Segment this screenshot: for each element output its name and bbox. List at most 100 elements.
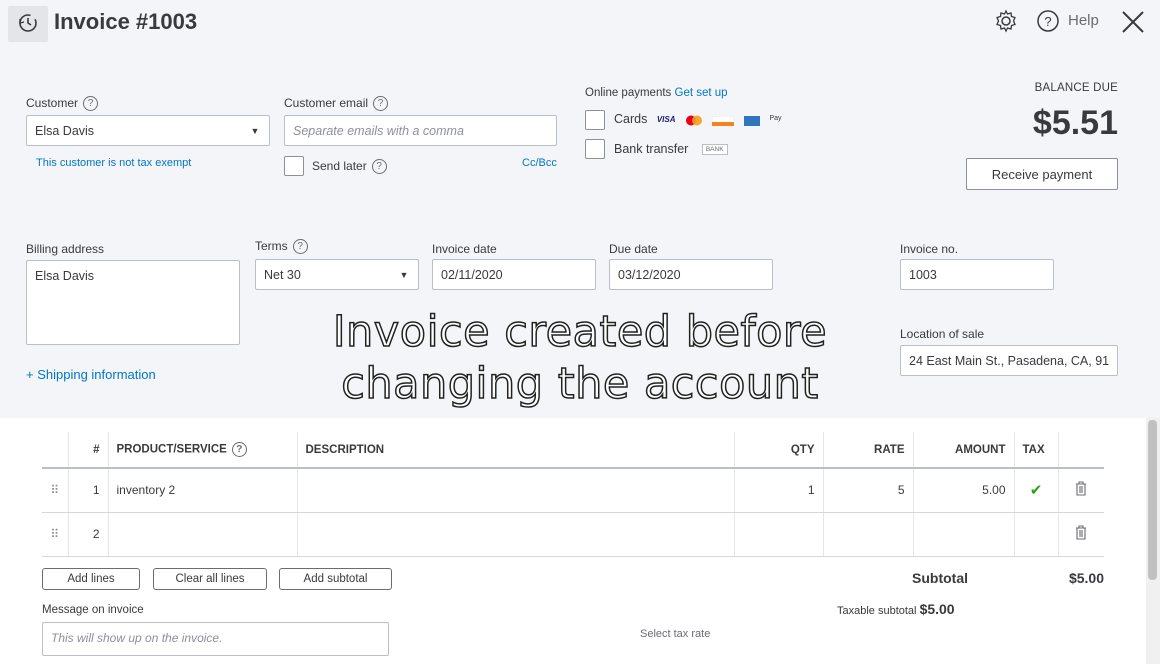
close-icon[interactable] [1120, 9, 1146, 40]
header: Invoice #1003 ? Help [0, 0, 1160, 46]
amount-cell[interactable] [913, 512, 1015, 557]
online-payments-label: Online payments Get set up [585, 87, 728, 99]
cc-bcc-link[interactable]: Cc/Bcc [522, 157, 557, 169]
qty-column-header: QTY [734, 432, 824, 469]
help-question-icon[interactable]: ? [83, 96, 99, 112]
terms-select[interactable]: Net 30 ▼ [255, 259, 419, 290]
send-later-label: Send later? [312, 159, 387, 175]
rate-cell[interactable]: 5 [823, 468, 914, 513]
receive-payment-button[interactable]: Receive payment [966, 158, 1118, 190]
taxable-subtotal: Taxable subtotal $5.00 [837, 601, 955, 617]
rate-cell[interactable] [823, 512, 914, 557]
row-number: 1 [68, 468, 109, 513]
invoice-date-input[interactable]: 02/11/2020 [432, 259, 596, 290]
qty-cell[interactable] [734, 512, 824, 557]
cards-option: Cards VISA Pay [614, 112, 782, 126]
tax-check-icon[interactable]: ✔ [1014, 468, 1059, 513]
actions-column-header [1058, 432, 1104, 469]
customer-value: Elsa Davis [35, 123, 95, 138]
table-row[interactable]: ⠿ 2 [42, 512, 1104, 557]
gear-icon[interactable] [994, 9, 1018, 38]
billing-address-value: Elsa Davis [35, 269, 95, 283]
clear-all-lines-button[interactable]: Clear all lines [153, 568, 267, 590]
row-number: 2 [68, 512, 109, 557]
amex-icon [743, 115, 760, 126]
product-cell[interactable] [108, 512, 298, 557]
description-cell[interactable] [297, 468, 735, 513]
trash-icon[interactable] [1058, 512, 1104, 557]
location-of-sale-label: Location of sale [900, 327, 985, 341]
bank-badge: BANK [701, 144, 728, 156]
message-on-invoice-input[interactable]: This will show up on the invoice. [42, 622, 389, 656]
invoice-date-label: Invoice date [432, 242, 497, 256]
scrollbar-thumb[interactable] [1148, 420, 1157, 580]
grip-column-header [42, 432, 69, 469]
help-icon[interactable]: ? [1036, 9, 1060, 38]
message-on-invoice-label: Message on invoice [42, 604, 144, 616]
balance-due-amount: $5.51 [1032, 104, 1118, 142]
description-cell[interactable] [297, 512, 735, 557]
location-of-sale-input[interactable]: 24 East Main St., Pasadena, CA, 91 [900, 345, 1118, 376]
drag-handle-icon[interactable]: ⠿ [42, 512, 69, 557]
overlay-caption: Invoice created before changing the acco… [300, 306, 860, 410]
subtotal-value: $5.00 [1068, 570, 1104, 586]
rate-column-header: RATE [823, 432, 914, 469]
help-question-icon[interactable]: ? [371, 159, 387, 175]
customer-select[interactable]: Elsa Davis ▼ [26, 115, 270, 146]
invoice-no-label: Invoice no. [900, 242, 959, 256]
table-row[interactable]: ⠿ 1 inventory 2 1 5 5.00 ✔ [42, 468, 1104, 513]
product-cell[interactable]: inventory 2 [108, 468, 298, 513]
discover-icon [712, 115, 735, 126]
drag-handle-icon[interactable]: ⠿ [42, 468, 69, 513]
get-set-up-link[interactable]: Get set up [675, 87, 728, 99]
send-later-checkbox[interactable] [284, 156, 304, 176]
scrollbar[interactable] [1146, 418, 1160, 664]
tax-column-header: TAX [1014, 432, 1059, 469]
help-question-icon[interactable]: ? [373, 96, 389, 112]
help-link[interactable]: Help [1068, 12, 1099, 29]
page-title: Invoice #1003 [54, 9, 198, 34]
add-lines-button[interactable]: Add lines [42, 568, 140, 590]
mastercard-icon [685, 115, 703, 126]
cards-checkbox[interactable] [585, 110, 605, 130]
amount-column-header: AMOUNT [913, 432, 1015, 469]
select-tax-rate[interactable]: Select tax rate [640, 628, 710, 640]
subtotal-label: Subtotal [912, 570, 968, 586]
tax-cell[interactable] [1014, 512, 1059, 557]
description-column-header: DESCRIPTION [297, 432, 735, 469]
table-header-row: # PRODUCT/SERVICE? DESCRIPTION QTY RATE … [42, 432, 1104, 469]
line-items-table: # PRODUCT/SERVICE? DESCRIPTION QTY RATE … [42, 432, 1104, 557]
customer-email-input[interactable]: Separate emails with a comma [284, 115, 557, 146]
due-date-label: Due date [609, 242, 658, 256]
billing-address-input[interactable]: Elsa Davis [26, 260, 240, 345]
shipping-information-link[interactable]: + Shipping information [26, 367, 156, 382]
number-column-header: # [68, 432, 109, 469]
bank-transfer-option: Bank transfer BANK [614, 142, 728, 156]
terms-label: Terms? [255, 239, 308, 255]
billing-address-label: Billing address [26, 242, 105, 256]
taxable-subtotal-value: $5.00 [919, 601, 955, 617]
invoice-page: Invoice #1003 ? Help Customer? Elsa Davi… [0, 0, 1160, 664]
chevron-down-icon[interactable]: ▼ [241, 116, 269, 145]
terms-value: Net 30 [264, 267, 301, 282]
due-date-input[interactable]: 03/12/2020 [609, 259, 773, 290]
history-icon[interactable] [8, 6, 48, 42]
line-items-section: # PRODUCT/SERVICE? DESCRIPTION QTY RATE … [0, 418, 1146, 664]
customer-label: Customer? [26, 96, 99, 112]
apple-pay-icon: Pay [769, 114, 782, 122]
qty-cell[interactable]: 1 [734, 468, 824, 513]
overlay-caption-line1: Invoice created before [332, 306, 828, 358]
customer-email-label: Customer email? [284, 96, 389, 112]
bank-transfer-checkbox[interactable] [585, 139, 605, 159]
tax-exempt-note[interactable]: This customer is not tax exempt [36, 157, 191, 169]
chevron-down-icon[interactable]: ▼ [390, 260, 418, 289]
amount-cell[interactable]: 5.00 [913, 468, 1015, 513]
trash-icon[interactable] [1058, 468, 1104, 513]
add-subtotal-button[interactable]: Add subtotal [279, 568, 392, 590]
help-question-icon[interactable]: ? [231, 442, 247, 457]
help-question-icon[interactable]: ? [292, 239, 308, 255]
overlay-caption-line2: changing the account [341, 358, 820, 410]
invoice-no-input[interactable]: 1003 [900, 259, 1054, 290]
visa-icon: VISA [656, 114, 676, 124]
balance-due-label: BALANCE DUE [1034, 82, 1118, 94]
